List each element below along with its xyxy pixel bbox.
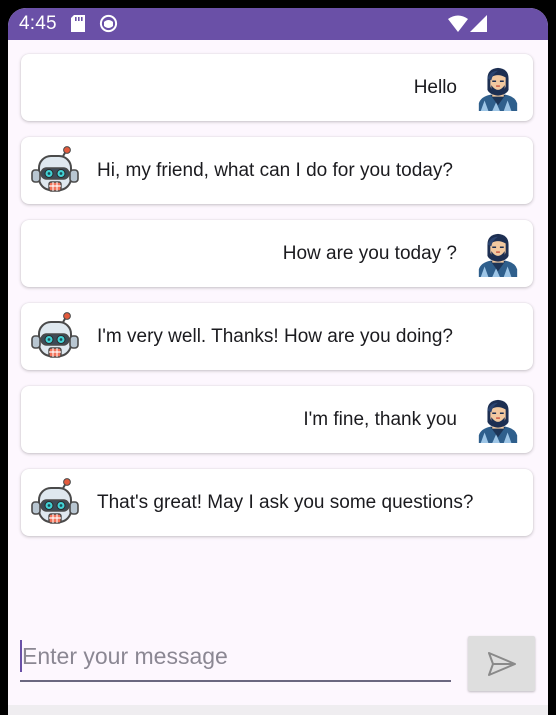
- message-text: I'm fine, thank you: [303, 409, 457, 430]
- send-button[interactable]: [468, 636, 535, 691]
- chat-message-list[interactable]: Hello Hi, my friend, what can I do for y…: [21, 54, 533, 552]
- user-message-card: How are you today ?: [21, 220, 533, 287]
- wifi-icon: [448, 15, 468, 37]
- send-icon: [487, 651, 516, 676]
- message-text: Hello: [413, 77, 457, 98]
- message-text: Hi, my friend, what can I do for you tod…: [97, 160, 453, 181]
- user-message-card: Hello: [21, 54, 533, 121]
- user-avatar-icon: [475, 397, 521, 443]
- message-text: How are you today ?: [282, 243, 457, 264]
- bot-message-card: That's great! May I ask you some questio…: [21, 469, 533, 536]
- signal-icon: [470, 15, 487, 37]
- robot-avatar-icon: [29, 311, 81, 363]
- sd-card-icon: [71, 15, 85, 37]
- circle-app-icon: [99, 14, 118, 38]
- user-avatar-icon: [475, 65, 521, 111]
- message-text: That's great! May I ask you some questio…: [97, 492, 474, 513]
- message-input-container: [20, 632, 451, 682]
- phone-screen: 4:45 Hello Hi, my friend, what can I do …: [8, 8, 548, 715]
- robot-avatar-icon: [29, 145, 81, 197]
- status-time: 4:45: [19, 13, 57, 34]
- message-text: I'm very well. Thanks! How are you doing…: [97, 326, 453, 347]
- navigation-bar: [8, 705, 548, 715]
- message-input[interactable]: [20, 636, 447, 676]
- bot-message-card: Hi, my friend, what can I do for you tod…: [21, 137, 533, 204]
- status-bar: 4:45: [8, 8, 548, 40]
- bot-message-card: I'm very well. Thanks! How are you doing…: [21, 303, 533, 370]
- user-message-card: I'm fine, thank you: [21, 386, 533, 453]
- robot-avatar-icon: [29, 477, 81, 529]
- user-avatar-icon: [475, 231, 521, 277]
